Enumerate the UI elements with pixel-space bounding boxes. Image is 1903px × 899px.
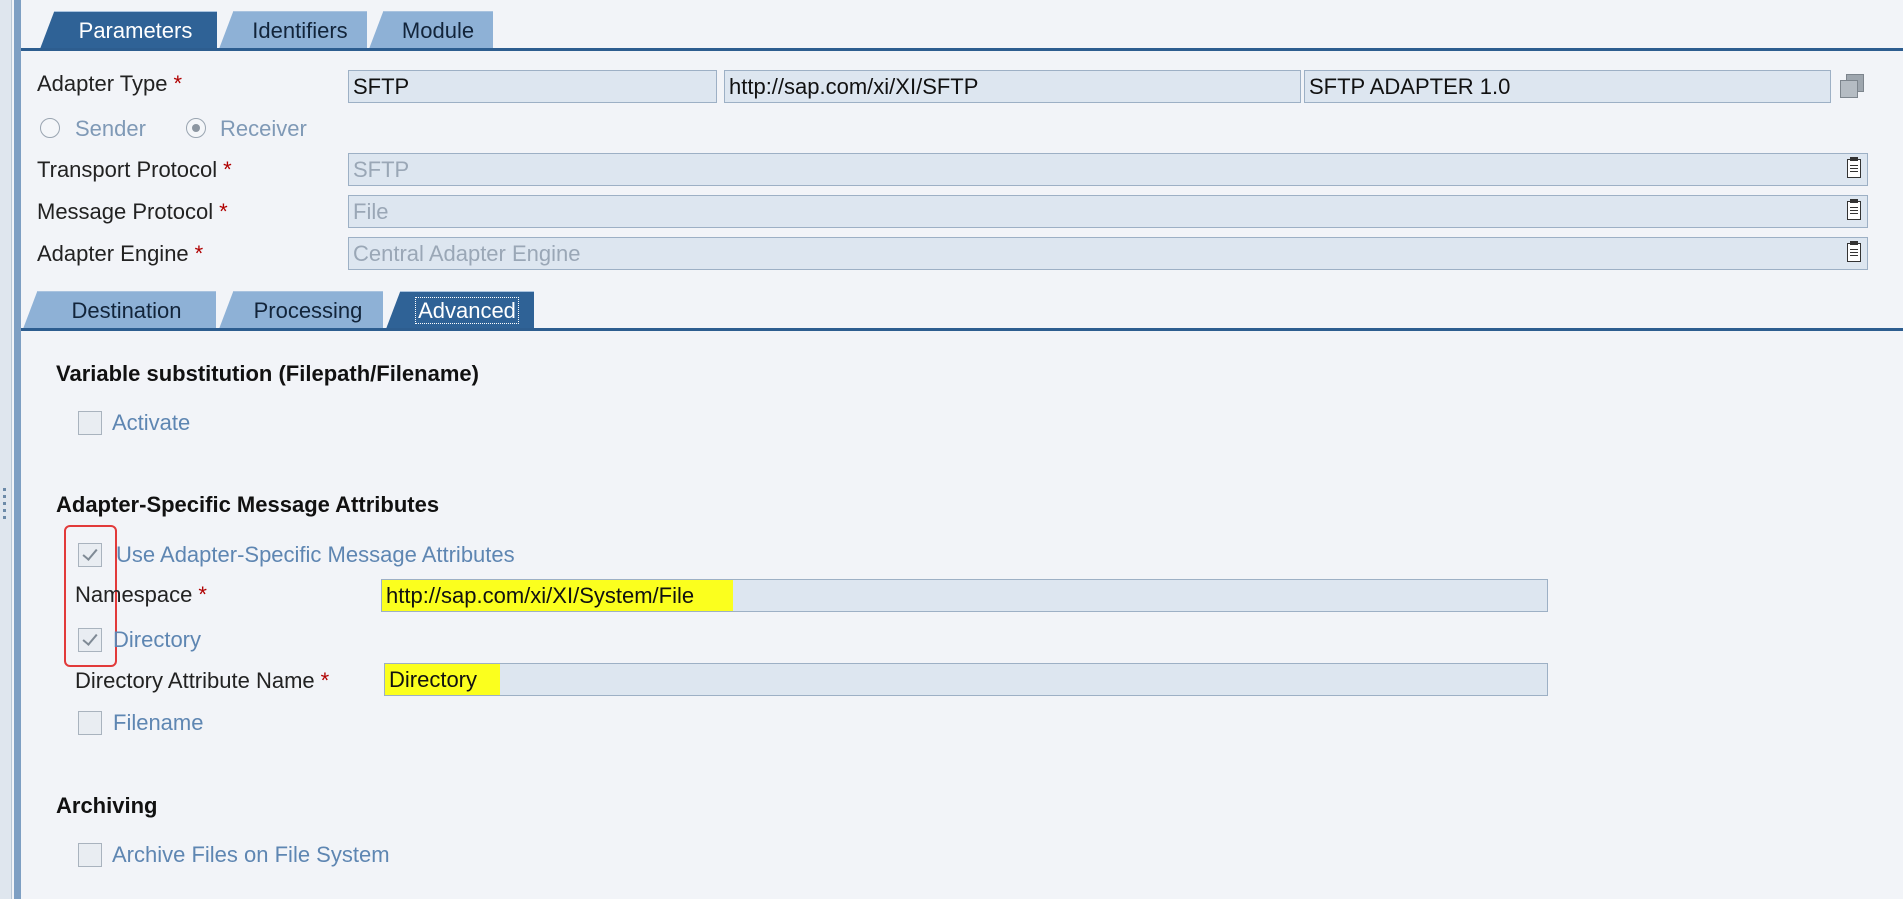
tab-module[interactable]: Module — [369, 11, 493, 49]
receiver-radio[interactable] — [186, 118, 206, 138]
adapter-type-label: Adapter Type * — [37, 71, 183, 96]
tab-strip-underline — [21, 48, 1903, 51]
transport-protocol-field[interactable]: SFTP — [348, 153, 1868, 186]
left-accent-bar — [14, 0, 21, 899]
splitter-grip-icon — [3, 509, 6, 512]
splitter-grip-icon — [3, 516, 6, 519]
value-help-icon[interactable] — [1847, 199, 1861, 220]
namespace-field[interactable]: http://sap.com/xi/XI/System/File — [381, 579, 1548, 612]
sender-label: Sender — [75, 116, 146, 141]
use-asma-checkbox[interactable] — [78, 543, 102, 567]
adapter-engine-label: Adapter Engine * — [37, 241, 204, 266]
adapter-type-namespace-field[interactable]: http://sap.com/xi/XI/SFTP — [724, 70, 1301, 103]
tab-identifiers[interactable]: Identifiers — [219, 11, 367, 49]
directory-attribute-label: Directory Attribute Name * — [75, 668, 330, 693]
splitter-grip-icon — [3, 488, 6, 491]
value-help-icon[interactable] — [1847, 241, 1861, 262]
sub-tab-strip-underline — [21, 328, 1903, 331]
asma-title: Adapter-Specific Message Attributes — [56, 492, 440, 517]
namespace-label: Namespace * — [75, 582, 207, 607]
tab-advanced[interactable]: Advanced — [386, 291, 534, 329]
activate-checkbox[interactable] — [78, 411, 102, 435]
variable-substitution-title: Variable substitution (Filepath/Filename… — [56, 361, 479, 386]
receiver-label: Receiver — [220, 116, 307, 141]
adapter-type-name-field[interactable]: SFTP — [348, 70, 717, 103]
archiving-title: Archiving — [56, 793, 158, 818]
directory-attribute-field[interactable]: Directory — [384, 663, 1548, 696]
directory-checkbox[interactable] — [78, 628, 102, 652]
transport-protocol-label: Transport Protocol * — [37, 157, 232, 182]
value-help-icon[interactable] — [1847, 157, 1861, 178]
activate-label: Activate — [112, 410, 191, 435]
filename-label: Filename — [113, 710, 204, 735]
archive-files-checkbox[interactable] — [78, 843, 102, 867]
adapter-engine-field[interactable]: Central Adapter Engine — [348, 237, 1868, 270]
tab-destination[interactable]: Destination — [23, 291, 216, 329]
tab-parameters[interactable]: Parameters — [40, 11, 217, 49]
filename-checkbox[interactable] — [78, 711, 102, 735]
message-protocol-label: Message Protocol * — [37, 199, 228, 224]
tab-processing[interactable]: Processing — [219, 291, 383, 329]
use-asma-label: Use Adapter-Specific Message Attributes — [116, 542, 515, 567]
message-protocol-field[interactable]: File — [348, 195, 1868, 228]
splitter-grip-icon — [3, 502, 6, 505]
directory-label: Directory — [113, 627, 202, 652]
left-splitter[interactable] — [0, 0, 12, 899]
adapter-type-swcv-field[interactable]: SFTP ADAPTER 1.0 — [1304, 70, 1831, 103]
splitter-grip-icon — [3, 495, 6, 498]
sender-radio[interactable] — [40, 118, 60, 138]
archive-files-label: Archive Files on File System — [112, 842, 390, 867]
copy-icon[interactable] — [1838, 72, 1866, 100]
